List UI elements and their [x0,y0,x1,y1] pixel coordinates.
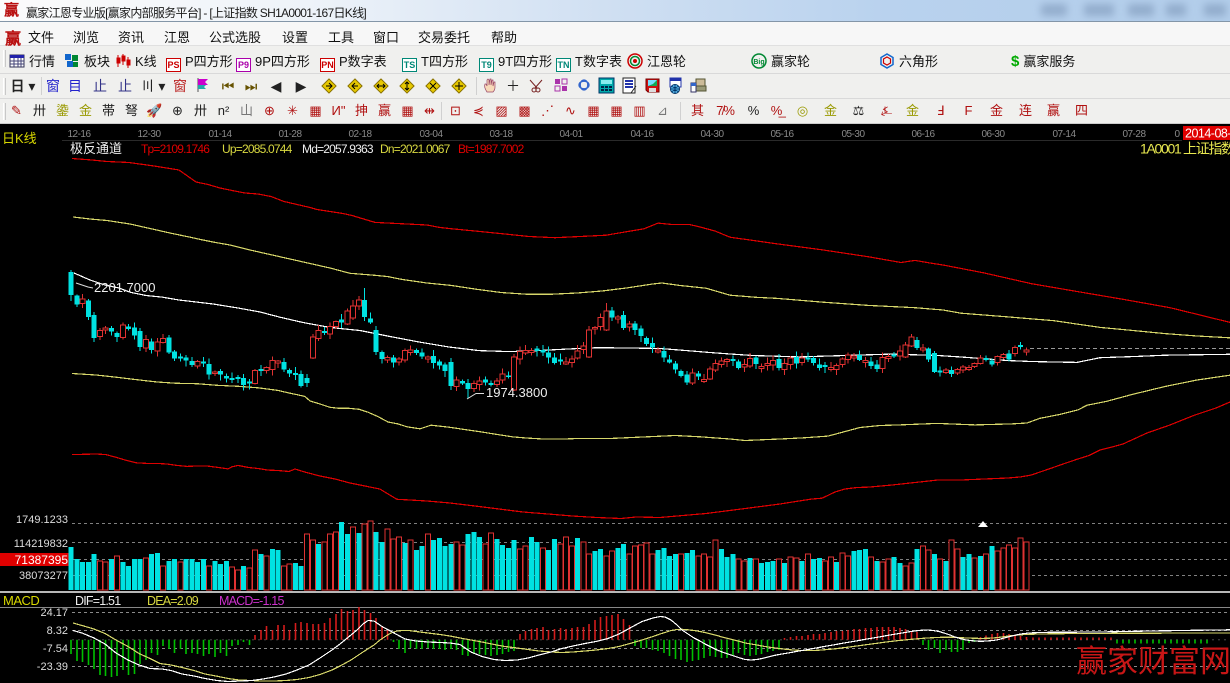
svg-text:114219832: 114219832 [14,538,68,550]
svg-text:MACD=-1.15: MACD=-1.15 [219,594,284,608]
svg-text:Md=2057.9363: Md=2057.9363 [302,142,374,156]
svg-text:1A0001 上证指数: 1A0001 上证指数 [1140,141,1230,157]
svg-text:2014-08-2: 2014-08-2 [1185,127,1230,141]
svg-text:赢家财富网: 赢家财富网 [1076,644,1230,679]
svg-text:Tp=2109.1746: Tp=2109.1746 [141,142,210,156]
svg-text:04-16: 04-16 [630,129,654,140]
svg-text:05-16: 05-16 [770,129,794,140]
svg-text:03-04: 03-04 [419,129,443,140]
svg-text:24.17: 24.17 [40,607,68,619]
svg-text:DIF=1.51: DIF=1.51 [75,594,121,608]
svg-text:02-18: 02-18 [348,129,372,140]
svg-text:DEA=2.09: DEA=2.09 [147,594,199,608]
svg-text:12-30: 12-30 [137,129,161,140]
svg-text:-23.39: -23.39 [37,661,68,673]
svg-text:12-16: 12-16 [67,129,91,140]
svg-text:极反通道: 极反通道 [70,141,122,156]
svg-text:05-30: 05-30 [841,129,865,140]
svg-text:1974.3800: 1974.3800 [486,385,547,400]
svg-text:07-28: 07-28 [1122,129,1146,140]
svg-text:04-01: 04-01 [559,129,583,140]
svg-text:01-14: 01-14 [208,129,232,140]
svg-text:01-28: 01-28 [278,129,302,140]
svg-text:Dn=2021.0067: Dn=2021.0067 [380,142,451,156]
svg-text:03-18: 03-18 [489,129,513,140]
svg-text:1749.1233: 1749.1233 [16,514,68,526]
svg-text:04-30: 04-30 [700,129,724,140]
svg-text:2201.7000: 2201.7000 [94,280,155,295]
svg-text:8.32: 8.32 [47,625,68,637]
svg-text:Up=2085.0744: Up=2085.0744 [222,142,293,156]
svg-text:Big: Big [753,59,764,66]
svg-text:MACD: MACD [3,593,39,608]
svg-text:06-30: 06-30 [981,129,1005,140]
svg-text:0: 0 [1174,129,1180,140]
svg-text:06-16: 06-16 [911,129,935,140]
svg-text:Bt=1987.7002: Bt=1987.7002 [458,142,525,156]
svg-text:-7.54: -7.54 [43,643,68,655]
svg-text:71387395: 71387395 [15,553,69,567]
svg-text:日K线: 日K线 [2,131,37,146]
svg-text:07-14: 07-14 [1052,129,1076,140]
svg-text:38073277: 38073277 [19,570,68,582]
